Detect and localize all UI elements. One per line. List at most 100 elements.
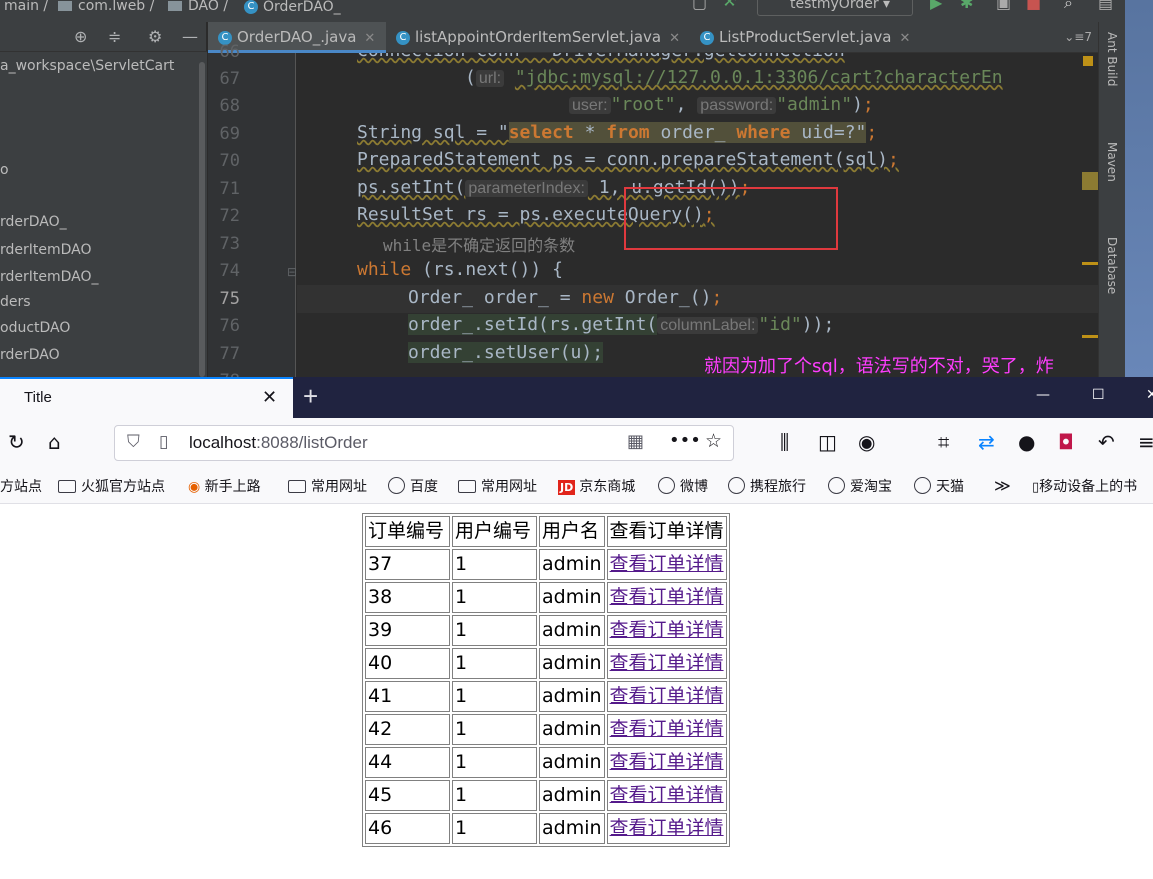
- error-stripe-mark[interactable]: [1082, 172, 1098, 190]
- tree-item[interactable]: ders: [0, 292, 31, 312]
- view-order-details-link[interactable]: 查看订单详情: [610, 718, 724, 740]
- hammer-icon[interactable]: ⚒: [722, 0, 736, 9]
- bookmark-item[interactable]: 方站点: [0, 476, 42, 496]
- view-order-details-link[interactable]: 查看订单详情: [610, 784, 724, 806]
- desktop-background: [1125, 0, 1153, 377]
- tree-item[interactable]: rderDAO_: [0, 212, 67, 232]
- browser-tab-bar: Title ✕ + — ☐ ✕: [0, 377, 1153, 418]
- breadcrumb-package[interactable]: com.lweb /: [58, 0, 154, 13]
- layout-icon[interactable]: ▤: [1098, 0, 1113, 11]
- view-order-details-link[interactable]: 查看订单详情: [610, 751, 724, 773]
- view-order-details-link[interactable]: 查看订单详情: [610, 619, 724, 641]
- run-configuration-select[interactable]: testmyOrder ▾: [757, 0, 913, 16]
- locate-icon[interactable]: ⊕: [74, 27, 87, 46]
- view-order-details-link[interactable]: 查看订单详情: [610, 685, 724, 707]
- home-icon[interactable]: ⌂: [48, 430, 61, 454]
- bookmark-star-icon[interactable]: ☆: [705, 430, 722, 452]
- table-row: 39 1 admin 查看订单详情: [365, 615, 727, 646]
- view-order-details-link[interactable]: 查看订单详情: [610, 553, 724, 575]
- order-id-cell: 37: [365, 549, 450, 580]
- menu-icon[interactable]: ≡: [1138, 430, 1153, 454]
- breadcrumb-dao[interactable]: DAO /: [168, 0, 228, 13]
- error-stripe-mark[interactable]: [1082, 262, 1098, 265]
- folder-icon: [58, 1, 72, 11]
- tab-listproductservlet[interactable]: C ListProductServlet.java ✕: [690, 22, 912, 53]
- sync-icon[interactable]: ⇄: [978, 430, 995, 454]
- code-line-68: user: "root", password: "admin");: [569, 94, 874, 115]
- maximize-icon[interactable]: ☐: [1092, 387, 1105, 403]
- order-id-cell: 46: [365, 813, 450, 844]
- database-tab[interactable]: Database: [1105, 237, 1119, 294]
- view-order-details-link[interactable]: 查看订单详情: [610, 586, 724, 608]
- tree-project-path[interactable]: a_workspace\ServletCart: [0, 56, 174, 76]
- page-actions-icon[interactable]: •••: [669, 430, 701, 451]
- qr-code-icon[interactable]: ▦: [627, 431, 644, 452]
- search-icon[interactable]: ⌕: [1064, 0, 1073, 11]
- close-icon[interactable]: ✕: [669, 31, 680, 46]
- editor-tabs: C OrderDAO_.java ✕ ClistAppointOrderItemSe…: [208, 22, 1098, 53]
- library-icon[interactable]: ⫼: [780, 430, 789, 454]
- scrollbar-thumb[interactable]: [199, 62, 205, 377]
- tree-item[interactable]: rderDAO: [0, 345, 60, 365]
- collapse-icon[interactable]: ≑: [108, 27, 121, 46]
- breadcrumb-class[interactable]: C OrderDAO_: [244, 0, 341, 14]
- build-icon[interactable]: ▢: [692, 0, 707, 11]
- browser-window: Title ✕ + — ☐ ✕ ↻ ⌂ ⛉ ▯ localhost:8088/l…: [0, 377, 1153, 879]
- bookmark-item[interactable]: 携程旅行: [728, 476, 806, 496]
- tree-item[interactable]: oductDAO: [0, 318, 70, 338]
- coverage-icon[interactable]: ▣: [996, 0, 1011, 11]
- bookmark-item[interactable]: ◉ 新手上路: [188, 476, 261, 496]
- gear-icon[interactable]: ⚙: [148, 27, 162, 46]
- close-icon[interactable]: ✕: [364, 31, 375, 46]
- bookmark-item[interactable]: JD 京东商城: [558, 476, 635, 496]
- close-window-icon[interactable]: ✕: [1146, 387, 1153, 403]
- url-bar[interactable]: ⛉ ▯ localhost:8088/listOrder ▦ ••• ☆: [114, 425, 734, 461]
- bookmark-item[interactable]: 百度: [388, 476, 438, 496]
- screenshot-icon[interactable]: ⌗: [938, 430, 949, 454]
- bookmark-folder[interactable]: 常用网址: [458, 476, 537, 496]
- project-tool-window: ⊕ ≑ ⚙ — a_workspace\ServletCart o rderDA…: [0, 22, 207, 377]
- view-order-details-link[interactable]: 查看订单详情: [610, 652, 724, 674]
- line-number: 69: [219, 124, 240, 144]
- tab-overflow-menu[interactable]: ⌄≡7: [1064, 22, 1092, 53]
- pocket-icon[interactable]: ◘: [1058, 430, 1074, 454]
- bookmark-folder[interactable]: 常用网址: [288, 476, 367, 496]
- chat-icon[interactable]: ●: [1018, 430, 1035, 454]
- hide-icon[interactable]: —: [182, 27, 198, 46]
- account-icon[interactable]: ◉: [858, 430, 875, 454]
- bookmarks-overflow-icon[interactable]: ≫: [994, 476, 1011, 495]
- param-hint: user:: [569, 97, 611, 114]
- browser-tab[interactable]: Title ✕: [0, 377, 293, 418]
- new-tab-button[interactable]: +: [303, 381, 318, 412]
- close-icon[interactable]: ✕: [899, 31, 910, 46]
- bookmark-item[interactable]: ▯移动设备上的书: [1032, 476, 1137, 496]
- back-arrow-icon[interactable]: ↶: [1098, 430, 1115, 454]
- debug-icon[interactable]: ✱: [960, 0, 973, 11]
- tab-listappointorderitemservlet[interactable]: ClistAppointOrderItemServlet.java ✕: [386, 22, 690, 53]
- error-stripe-mark[interactable]: [1082, 335, 1098, 338]
- bookmark-folder[interactable]: 火狐官方站点: [58, 476, 165, 496]
- bookmark-item[interactable]: 爱淘宝: [828, 476, 892, 496]
- close-icon[interactable]: ✕: [262, 387, 277, 408]
- tree-item-partial[interactable]: o: [0, 160, 9, 180]
- sidebar-icon[interactable]: ◫: [818, 430, 837, 454]
- run-icon[interactable]: ▶: [930, 0, 942, 11]
- reload-icon[interactable]: ↻: [8, 430, 25, 454]
- ant-build-tab[interactable]: Ant Build: [1105, 32, 1119, 86]
- bookmark-item[interactable]: 微博: [658, 476, 708, 496]
- tree-item[interactable]: rderItemDAO_: [0, 267, 99, 287]
- breadcrumb-main[interactable]: main /: [4, 0, 48, 13]
- page-info-icon[interactable]: ▯: [159, 432, 168, 452]
- tree-item[interactable]: rderItemDAO: [0, 240, 92, 260]
- param-hint: parameterIndex:: [465, 180, 588, 197]
- project-scrollbar[interactable]: [197, 52, 207, 377]
- view-order-details-link[interactable]: 查看订单详情: [610, 817, 724, 839]
- warning-status-icon[interactable]: [1083, 56, 1093, 66]
- maven-tab[interactable]: Maven: [1105, 142, 1119, 182]
- bookmark-item[interactable]: 天猫: [914, 476, 964, 496]
- stop-icon[interactable]: ■: [1026, 0, 1041, 11]
- minimize-icon[interactable]: —: [1036, 387, 1050, 403]
- shield-icon[interactable]: ⛉: [127, 432, 140, 452]
- fold-icon[interactable]: ⊟: [287, 265, 297, 279]
- order-id-cell: 38: [365, 582, 450, 613]
